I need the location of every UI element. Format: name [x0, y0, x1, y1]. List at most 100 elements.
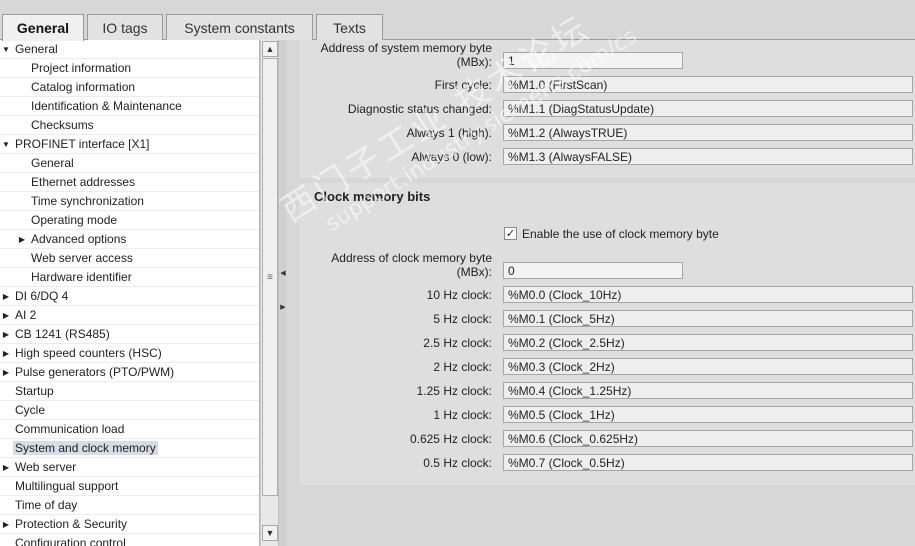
tree-item-label: General — [31, 156, 74, 170]
tree-item[interactable]: Web server access — [0, 249, 259, 268]
panel-splitter[interactable]: ◀ ▶ — [278, 40, 286, 546]
tree-item-label: Operating mode — [31, 213, 118, 227]
scroll-down-button[interactable]: ▼ — [262, 525, 278, 541]
tree-item-label: High speed counters (HSC) — [15, 346, 162, 360]
grip-icon: ≡ — [267, 271, 273, 283]
tree-item[interactable]: Time synchronization — [0, 192, 259, 211]
tree-item-label: Web server — [15, 460, 77, 474]
tree-item[interactable]: Hardware identifier — [0, 268, 259, 287]
tree-item[interactable]: Time of day — [0, 496, 259, 515]
tab-bar: General IO tags System constants Texts — [0, 0, 915, 41]
tree-item-label: Project information — [31, 61, 132, 75]
tree-item-label: DI 6/DQ 4 — [15, 289, 69, 303]
clock-bit-value-field[interactable]: %M0.4 (Clock_1.25Hz) — [503, 382, 913, 399]
tree-item[interactable]: Identification & Maintenance — [0, 97, 259, 116]
tab-system-constants[interactable]: System constants — [166, 14, 313, 40]
expand-arrow-icon[interactable]: ▶ — [1, 462, 11, 472]
system-bit-value-field[interactable]: %M1.3 (AlwaysFALSE) — [503, 148, 913, 165]
clock-memory-address-input[interactable]: 0 — [503, 262, 683, 279]
tree-item[interactable]: Operating mode — [0, 211, 259, 230]
tree-item[interactable]: ▶ CB 1241 (RS485) — [0, 325, 259, 344]
tree-item-label: Time of day — [15, 498, 78, 512]
tree-item[interactable]: Ethernet addresses — [0, 173, 259, 192]
tree-item-label: Hardware identifier — [31, 270, 132, 284]
tree-item-label: Ethernet addresses — [31, 175, 136, 189]
tree-item-label: Catalog information — [31, 80, 136, 94]
tree-item-label: Configuration control — [15, 536, 126, 546]
expand-arrow-icon[interactable]: ▶ — [1, 367, 11, 377]
tree-item[interactable]: ▶ Web server — [0, 458, 259, 477]
tree-item[interactable]: Checksums — [0, 116, 259, 135]
tree-item[interactable]: Project information — [0, 59, 259, 78]
collapse-left-icon[interactable]: ◀ — [280, 268, 286, 278]
tree-item[interactable]: ▼ General — [0, 40, 259, 59]
scroll-up-button[interactable]: ▲ — [262, 41, 278, 57]
tree-item-label: Startup — [15, 384, 54, 398]
tree-item[interactable]: Cycle — [0, 401, 259, 420]
expand-arrow-icon[interactable]: ▶ — [1, 348, 11, 358]
collapse-arrow-icon[interactable]: ▼ — [1, 44, 11, 54]
tree-item[interactable]: ▶ AI 2 — [0, 306, 259, 325]
tree-item-label: Multilingual support — [15, 479, 119, 493]
clock-bit-value-field[interactable]: %M0.5 (Clock_1Hz) — [503, 406, 913, 423]
tree-item[interactable]: Multilingual support — [0, 477, 259, 496]
expand-arrow-icon[interactable]: ▶ — [1, 329, 11, 339]
tree-item[interactable]: Catalog information — [0, 78, 259, 97]
clock-memory-title: Clock memory bits — [314, 189, 431, 204]
clock-bit-label: 0.625 Hz clock: — [409, 432, 492, 446]
tab-io-tags[interactable]: IO tags — [87, 14, 163, 40]
clock-bit-value-field[interactable]: %M0.1 (Clock_5Hz) — [503, 310, 913, 327]
tree-item-label: Time synchronization — [31, 194, 144, 208]
tree-item[interactable]: ▶ High speed counters (HSC) — [0, 344, 259, 363]
enable-clock-memory-checkbox[interactable]: ✓ — [504, 227, 517, 240]
clock-bit-label: 0.5 Hz clock: — [423, 456, 492, 470]
expand-arrow-icon[interactable]: ▶ — [1, 519, 11, 529]
tree-item[interactable]: ▶ Pulse generators (PTO/PWM) — [0, 363, 259, 382]
system-bit-value-field[interactable]: %M1.0 (FirstScan) — [503, 76, 913, 93]
expand-arrow-icon[interactable]: ▶ — [1, 291, 11, 301]
tree-item[interactable]: ▶ DI 6/DQ 4 — [0, 287, 259, 306]
tree-item-label: General — [15, 42, 58, 56]
clock-bit-value-field[interactable]: %M0.7 (Clock_0.5Hz) — [503, 454, 913, 471]
collapse-arrow-icon[interactable]: ▼ — [1, 139, 11, 149]
tree-item-label: Communication load — [15, 422, 125, 436]
tree-item[interactable]: System and clock memory — [0, 439, 259, 458]
tree-item-label: Web server access — [31, 251, 133, 265]
tree-item[interactable]: ▼ PROFINET interface [X1] — [0, 135, 259, 154]
scroll-thumb[interactable]: ≡ — [262, 58, 278, 496]
clock-bit-label: 5 Hz clock: — [433, 312, 492, 326]
tree-item[interactable]: Communication load — [0, 420, 259, 439]
expand-right-icon[interactable]: ▶ — [280, 302, 286, 312]
tab-general[interactable]: General — [2, 14, 84, 41]
tree-scrollbar[interactable]: ▲ ≡ ▼ — [260, 40, 278, 546]
tree-item-label: CB 1241 (RS485) — [15, 327, 110, 341]
clock-bit-label: 10 Hz clock: — [426, 288, 492, 302]
enable-clock-memory-label: Enable the use of clock memory byte — [522, 227, 719, 241]
clock-bit-value-field[interactable]: %M0.3 (Clock_2Hz) — [503, 358, 913, 375]
tree-item-label: Identification & Maintenance — [31, 99, 182, 113]
tree-item[interactable]: Configuration control — [0, 534, 259, 546]
system-bit-label: First cycle: — [434, 78, 492, 92]
clock-bit-label: 1 Hz clock: — [433, 408, 492, 422]
system-bit-value-field[interactable]: %M1.1 (DiagStatusUpdate) — [503, 100, 913, 117]
clock-bit-value-field[interactable]: %M0.6 (Clock_0.625Hz) — [503, 430, 913, 447]
tree-item[interactable]: General — [0, 154, 259, 173]
clock-bit-value-field[interactable]: %M0.0 (Clock_10Hz) — [503, 286, 913, 303]
tree-item-label: Advanced options — [31, 232, 127, 246]
checkmark-icon: ✓ — [505, 228, 516, 240]
clock-bit-label: 2.5 Hz clock: — [423, 336, 492, 350]
system-memory-address-input[interactable]: 1 — [503, 52, 683, 69]
clock-memory-address-label-2: (MBx): — [456, 265, 492, 279]
system-bit-value-field[interactable]: %M1.2 (AlwaysTRUE) — [503, 124, 913, 141]
clock-bit-label: 1.25 Hz clock: — [416, 384, 492, 398]
tree-item-label: Pulse generators (PTO/PWM) — [15, 365, 175, 379]
tree-item[interactable]: ▶ Advanced options — [0, 230, 259, 249]
tree-item[interactable]: Startup — [0, 382, 259, 401]
expand-arrow-icon[interactable]: ▶ — [1, 310, 11, 320]
system-memory-address-label-2: (MBx): — [456, 55, 492, 69]
tree-item-label: System and clock memory — [13, 441, 158, 455]
tree-item[interactable]: ▶ Protection & Security — [0, 515, 259, 534]
clock-bit-value-field[interactable]: %M0.2 (Clock_2.5Hz) — [503, 334, 913, 351]
tab-texts[interactable]: Texts — [316, 14, 383, 40]
expand-arrow-icon[interactable]: ▶ — [17, 234, 27, 244]
